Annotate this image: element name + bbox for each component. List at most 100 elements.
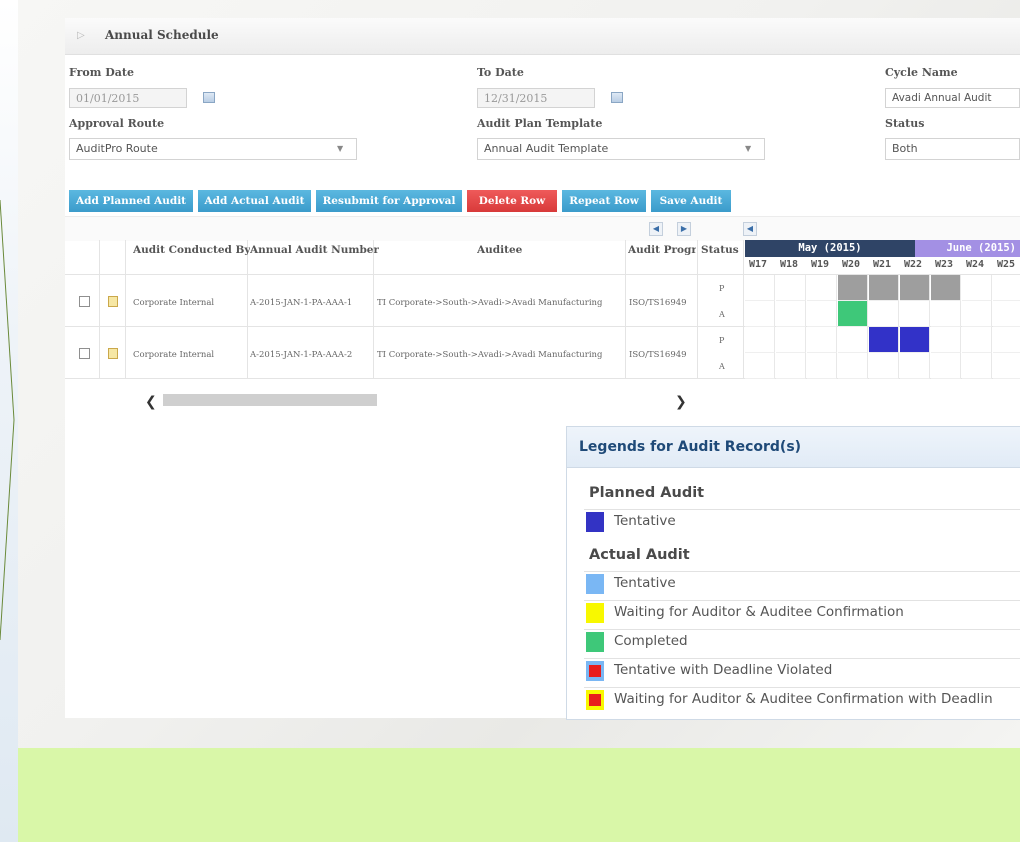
grid-divider bbox=[743, 240, 744, 378]
timeline-cell[interactable] bbox=[900, 353, 930, 379]
timeline-cell[interactable] bbox=[869, 353, 899, 379]
timeline-cell[interactable] bbox=[745, 353, 775, 379]
horizontal-scroll-left-icon[interactable]: ❮ bbox=[145, 394, 157, 410]
week-header: W23 bbox=[935, 259, 954, 270]
timeline-cell[interactable] bbox=[745, 327, 775, 353]
status-value: Both bbox=[892, 142, 918, 155]
legend-color-swatch bbox=[586, 690, 604, 710]
week-header: W21 bbox=[873, 259, 892, 270]
timeline-cell[interactable] bbox=[962, 327, 992, 353]
repeat-row-button[interactable]: Repeat Row bbox=[562, 190, 646, 212]
timeline-cell[interactable] bbox=[807, 327, 837, 353]
timeline-cell[interactable] bbox=[745, 275, 775, 301]
legend-actual-heading: Actual Audit bbox=[589, 547, 690, 563]
from-date-label: From Date bbox=[69, 66, 134, 79]
timeline-cell[interactable] bbox=[962, 353, 992, 379]
grid-toolbar: ◀ ▶ ◀ bbox=[65, 216, 1020, 241]
timeline-cell[interactable] bbox=[993, 275, 1020, 301]
timeline-cell[interactable] bbox=[745, 301, 775, 327]
calendar-icon[interactable] bbox=[203, 92, 215, 103]
legend-deadline-marker bbox=[589, 694, 601, 706]
row-checkbox[interactable] bbox=[79, 348, 90, 359]
row-checkbox[interactable] bbox=[79, 296, 90, 307]
timeline-cell[interactable] bbox=[931, 353, 961, 379]
delete-row-button[interactable]: Delete Row bbox=[467, 190, 557, 212]
legend-header: Legends for Audit Record(s) bbox=[567, 427, 1020, 468]
scheduled-week-block[interactable] bbox=[869, 275, 899, 301]
timeline-cell[interactable] bbox=[993, 327, 1020, 353]
save-audit-button[interactable]: Save Audit bbox=[651, 190, 731, 212]
scroll-left-icon[interactable]: ◀ bbox=[649, 222, 663, 236]
timeline-cell[interactable] bbox=[807, 275, 837, 301]
audit-plan-template-label: Audit Plan Template bbox=[477, 117, 603, 130]
from-date-field[interactable]: 01/01/2015 bbox=[69, 88, 187, 108]
timeline-cell[interactable] bbox=[776, 301, 806, 327]
legend-label: Tentative bbox=[614, 575, 676, 591]
add-planned-audit-button[interactable]: Add Planned Audit bbox=[69, 190, 193, 212]
row-conducted-by: Corporate Internal bbox=[133, 298, 215, 308]
timeline-back-icon[interactable]: ◀ bbox=[743, 222, 757, 236]
column-header-audit-number[interactable]: Annual Audit Number bbox=[250, 244, 379, 256]
legend-row: Waiting for Auditor & Auditee Confirmati… bbox=[584, 687, 1020, 712]
scheduled-week-block[interactable] bbox=[838, 301, 868, 327]
scheduled-week-block[interactable] bbox=[838, 275, 868, 301]
column-header-conducted-by[interactable]: Audit Conducted By bbox=[133, 244, 250, 256]
chevron-down-icon[interactable]: ▼ bbox=[337, 144, 343, 153]
timeline-cell[interactable] bbox=[900, 301, 930, 327]
column-header-auditee[interactable]: Auditee bbox=[477, 244, 522, 256]
timeline-cell[interactable] bbox=[962, 301, 992, 327]
column-header-audit-program[interactable]: Audit Progra bbox=[628, 244, 696, 256]
status-label: Status bbox=[885, 117, 925, 130]
timeline-cell[interactable] bbox=[962, 275, 992, 301]
legend-label: Tentative bbox=[614, 513, 676, 529]
status-select[interactable]: Both bbox=[885, 138, 1020, 160]
expand-arrow-icon[interactable]: ▷ bbox=[77, 30, 85, 41]
timeline-cell[interactable] bbox=[993, 353, 1020, 379]
timeline-cell[interactable] bbox=[807, 353, 837, 379]
edit-icon[interactable] bbox=[108, 296, 118, 307]
audit-plan-template-select[interactable]: Annual Audit Template bbox=[477, 138, 765, 160]
row-audit-program: ISO/TS16949 bbox=[629, 350, 687, 360]
panel-title: Annual Schedule bbox=[105, 28, 219, 42]
column-header-status[interactable]: Status bbox=[701, 244, 739, 256]
timeline-cell[interactable] bbox=[838, 327, 868, 353]
row-audit-number: A-2015-JAN-1-PA-AAA-2 bbox=[250, 350, 353, 360]
timeline-cell[interactable] bbox=[931, 327, 961, 353]
scheduled-week-block[interactable] bbox=[900, 275, 930, 301]
legend-label: Tentative with Deadline Violated bbox=[614, 662, 833, 678]
legend-color-swatch bbox=[586, 632, 604, 652]
resubmit-for-approval-button[interactable]: Resubmit for Approval bbox=[316, 190, 462, 212]
timeline-cell[interactable] bbox=[807, 301, 837, 327]
month-header-may: May (2015) bbox=[745, 240, 915, 257]
week-header: W20 bbox=[842, 259, 861, 270]
timeline-cell[interactable] bbox=[776, 327, 806, 353]
timeline-cell[interactable] bbox=[776, 275, 806, 301]
timeline-cell[interactable] bbox=[931, 301, 961, 327]
approval-route-select[interactable]: AuditPro Route bbox=[69, 138, 357, 160]
timeline-cell[interactable] bbox=[776, 353, 806, 379]
add-actual-audit-button[interactable]: Add Actual Audit bbox=[198, 190, 311, 212]
audit-schedule-grid: Audit Conducted By Annual Audit Number A… bbox=[65, 240, 1020, 408]
legend-color-swatch bbox=[586, 574, 604, 594]
to-date-field[interactable]: 12/31/2015 bbox=[477, 88, 595, 108]
edit-icon[interactable] bbox=[108, 348, 118, 359]
cycle-name-field[interactable]: Avadi Annual Audit bbox=[885, 88, 1020, 108]
horizontal-scrollbar-thumb[interactable] bbox=[163, 394, 377, 406]
timeline-cell[interactable] bbox=[838, 353, 868, 379]
grid-divider bbox=[125, 240, 126, 378]
week-header: W24 bbox=[966, 259, 985, 270]
horizontal-scroll-right-icon[interactable]: ❯ bbox=[675, 394, 687, 410]
calendar-icon[interactable] bbox=[611, 92, 623, 103]
scroll-right-icon[interactable]: ▶ bbox=[677, 222, 691, 236]
row-audit-number: A-2015-JAN-1-PA-AAA-1 bbox=[250, 298, 353, 308]
scheduled-week-block[interactable] bbox=[900, 327, 930, 353]
legend-color-swatch bbox=[586, 512, 604, 532]
scheduled-week-block[interactable] bbox=[931, 275, 961, 301]
legend-panel: Legends for Audit Record(s) Planned Audi… bbox=[566, 426, 1020, 720]
grid-divider bbox=[247, 240, 248, 378]
scheduled-week-block[interactable] bbox=[869, 327, 899, 353]
approval-route-label: Approval Route bbox=[69, 117, 165, 130]
timeline-cell[interactable] bbox=[869, 301, 899, 327]
timeline-cell[interactable] bbox=[993, 301, 1020, 327]
chevron-down-icon[interactable]: ▼ bbox=[745, 144, 751, 153]
